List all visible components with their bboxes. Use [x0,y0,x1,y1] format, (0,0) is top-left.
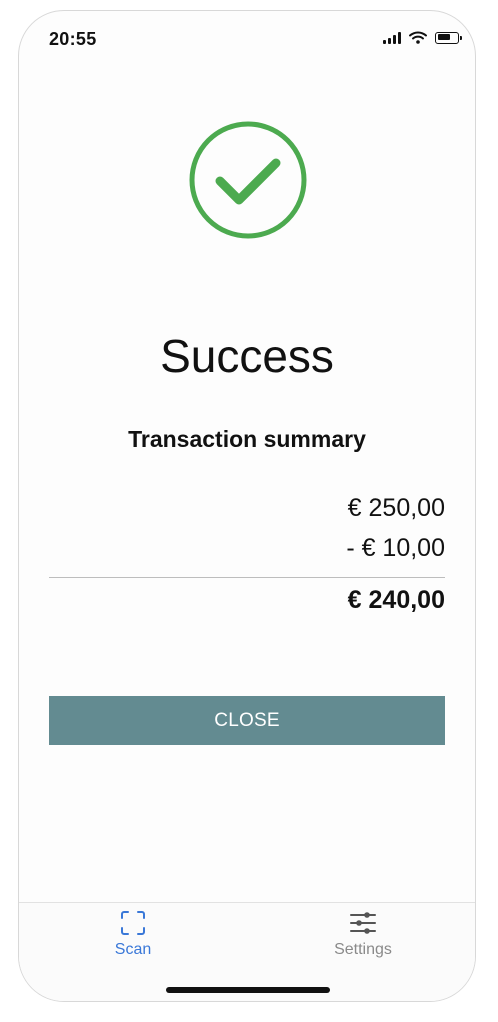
tab-scan[interactable]: Scan [73,909,193,959]
summary-divider [49,577,445,578]
status-icons [383,31,462,44]
tab-scan-label: Scan [114,941,152,958]
summary-discount: - € 10,00 [346,534,445,562]
cellular-signal-icon [383,31,401,44]
page-title: Success [160,330,334,382]
close-button[interactable]: CLOSE [49,696,445,745]
home-indicator[interactable] [166,987,330,993]
sliders-icon [350,912,376,934]
wifi-icon [409,31,427,44]
summary-heading: Transaction summary [128,426,366,452]
summary-total: € 240,00 [347,586,445,614]
check-circle-icon [189,121,307,239]
phone-frame: 20:55 Success Transaction summary € 250,… [18,10,476,1002]
status-time: 20:55 [49,29,97,49]
tab-settings[interactable]: Settings [303,909,423,959]
status-bar: 20:55 [19,11,475,65]
tab-settings-label: Settings [334,941,392,958]
battery-icon [435,31,462,44]
scan-icon [121,911,145,935]
summary-amount: € 250,00 [347,494,445,522]
